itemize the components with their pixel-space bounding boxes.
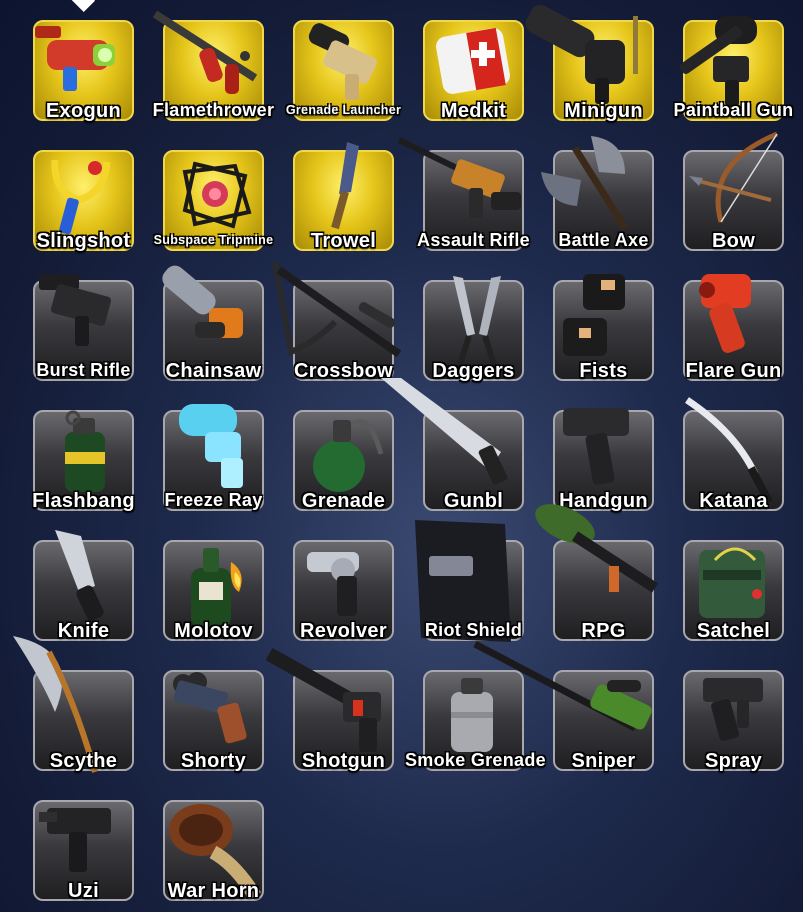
weapon-slot-bow[interactable]: Bow bbox=[683, 131, 784, 252]
weapon-name: Flamethrower bbox=[152, 100, 275, 120]
weapon-name: Chainsaw bbox=[165, 360, 262, 382]
weapon-name: Minigun bbox=[564, 100, 643, 122]
weapon-slot-war-horn[interactable]: War Horn bbox=[163, 800, 264, 902]
weapon-name: War Horn bbox=[167, 880, 260, 902]
weapon-slot-burst-rifle[interactable]: Burst Rifle bbox=[33, 274, 134, 381]
weapon-slot-flamethrower[interactable]: Flamethrower bbox=[153, 10, 274, 121]
weapon-slot-sniper[interactable]: Sniper bbox=[473, 640, 654, 772]
weapon-name: Subspace Tripmine bbox=[153, 233, 274, 247]
weapon-name: Gunbl bbox=[443, 490, 504, 512]
weapon-slot-grenade[interactable]: Grenade bbox=[293, 410, 394, 512]
weapon-slot-flashbang[interactable]: Flashbang bbox=[32, 410, 135, 512]
weapon-name: RPG bbox=[581, 620, 626, 642]
weapon-name: Molotov bbox=[174, 620, 253, 642]
weapon-slot-rpg[interactable]: RPG bbox=[535, 504, 658, 642]
weapon-slot-fists[interactable]: Fists bbox=[553, 274, 654, 382]
weapon-slot-shorty[interactable]: Shorty bbox=[163, 670, 264, 772]
weapon-name: Bow bbox=[711, 230, 756, 252]
weapon-slot-spray[interactable]: Spray bbox=[683, 670, 784, 772]
weapon-slot-daggers[interactable]: Daggers bbox=[423, 276, 524, 382]
weapon-slot-satchel[interactable]: Satchel bbox=[683, 540, 784, 642]
weapon-name: Medkit bbox=[440, 100, 507, 122]
weapon-name: Sniper bbox=[571, 750, 636, 772]
weapon-name: Spray bbox=[704, 750, 763, 772]
weapon-slot-slingshot[interactable]: Slingshot bbox=[33, 150, 134, 252]
weapon-name: Uzi bbox=[68, 880, 99, 902]
weapon-slot-medkit[interactable]: Medkit bbox=[423, 20, 524, 122]
weapon-slot-subspace-tripmine[interactable]: Subspace Tripmine bbox=[154, 150, 273, 251]
weapon-slot-freeze-ray[interactable]: Freeze Ray bbox=[163, 404, 264, 511]
weapon-name: Katana bbox=[699, 490, 768, 512]
weapon-grid: Exogun Flamethrower Grenade Launcher Med… bbox=[0, 0, 803, 912]
weapon-slot-handgun[interactable]: Handgun bbox=[553, 408, 654, 512]
weapon-slot-gunblade[interactable]: Gunbl bbox=[381, 378, 524, 512]
weapon-name: Scythe bbox=[49, 750, 118, 772]
selection-marker bbox=[70, 0, 96, 13]
weapon-slot-assault-rifle[interactable]: Assault Rifle bbox=[397, 137, 530, 251]
weapon-name: Assault Rifle bbox=[417, 230, 530, 250]
weapon-slot-chainsaw[interactable]: Chainsaw bbox=[162, 265, 264, 382]
weapon-slot-katana[interactable]: Katana bbox=[683, 397, 784, 512]
weapon-name: Trowel bbox=[310, 230, 377, 252]
weapon-name: Riot Shield bbox=[424, 620, 523, 640]
weapon-slot-battle-axe[interactable]: Battle Axe bbox=[541, 136, 654, 251]
weapon-slot-revolver[interactable]: Revolver bbox=[293, 540, 394, 642]
weapon-name: Exogun bbox=[45, 100, 122, 122]
weapon-name: Knife bbox=[57, 620, 110, 642]
weapon-name: Battle Axe bbox=[558, 230, 649, 250]
weapon-name: Revolver bbox=[300, 620, 387, 642]
weapon-slot-flare-gun[interactable]: Flare Gun bbox=[683, 274, 784, 382]
weapon-slot-trowel[interactable]: Trowel bbox=[293, 142, 394, 252]
weapon-name: Flare Gun bbox=[685, 360, 782, 382]
weapon-name: Fists bbox=[579, 360, 628, 382]
weapon-slot-molotov[interactable]: Molotov bbox=[163, 540, 264, 642]
weapon-name: Freeze Ray bbox=[164, 490, 263, 510]
weapon-slot-exogun[interactable]: Exogun bbox=[33, 20, 134, 122]
weapon-slot-paintball-gun[interactable]: Paintball Gun bbox=[674, 16, 793, 121]
weapon-name: Flashbang bbox=[32, 490, 135, 512]
weapon-name: Shorty bbox=[180, 750, 247, 772]
weapon-name: Grenade Launcher bbox=[285, 103, 402, 117]
weapon-name: Paintball Gun bbox=[673, 100, 794, 120]
weapon-slot-riot-shield[interactable]: Riot Shield bbox=[415, 520, 524, 642]
weapon-name: Shotgun bbox=[301, 750, 386, 772]
weapon-slot-grenade-launcher[interactable]: Grenade Launcher bbox=[286, 20, 401, 121]
weapon-name: Smoke Grenade bbox=[405, 750, 546, 770]
weapon-name: Satchel bbox=[696, 620, 771, 642]
weapon-slot-minigun[interactable]: Minigun bbox=[525, 4, 654, 122]
weapon-name: Burst Rifle bbox=[36, 360, 131, 380]
weapon-slot-knife[interactable]: Knife bbox=[33, 530, 134, 642]
weapon-name: Slingshot bbox=[36, 230, 131, 252]
weapon-name: Grenade bbox=[301, 490, 386, 512]
weapon-slot-scythe[interactable]: Scythe bbox=[13, 636, 134, 773]
weapon-slot-shotgun[interactable]: Shotgun bbox=[265, 647, 394, 772]
weapon-slot-smoke-grenade[interactable]: Smoke Grenade bbox=[405, 670, 546, 771]
weapon-slot-crossbow[interactable]: Crossbow bbox=[272, 261, 402, 382]
weapon-name: Daggers bbox=[432, 360, 515, 382]
weapon-slot-uzi[interactable]: Uzi bbox=[33, 800, 134, 902]
